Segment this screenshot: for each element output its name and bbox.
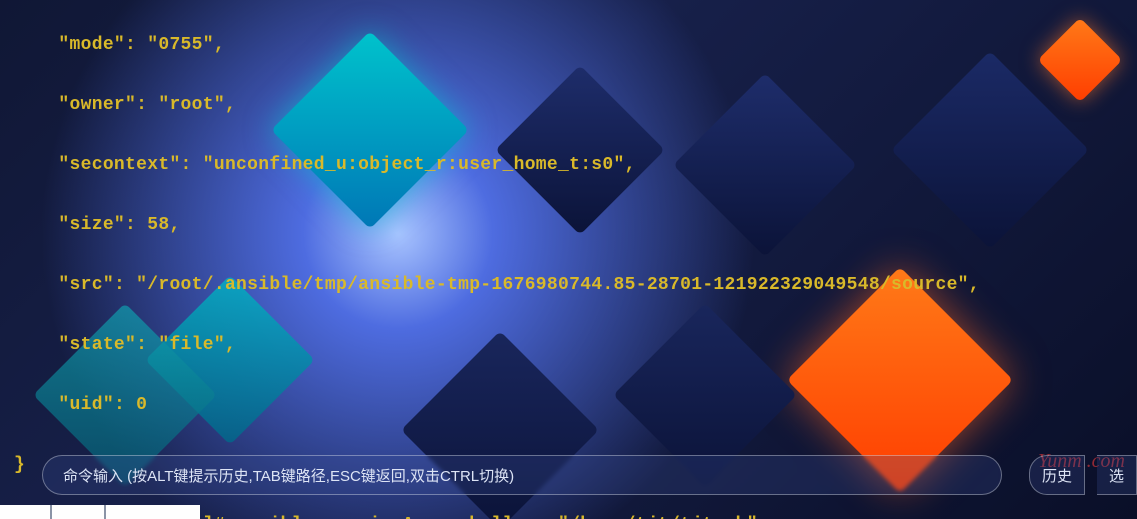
json-key: "src": [58, 275, 114, 295]
json-key: "uid": [58, 395, 114, 415]
select-button[interactable]: 选: [1097, 455, 1137, 495]
json-val: : "unconfined_u:object_r:user_home_t:s0"…: [181, 155, 636, 175]
json-val: : "root",: [136, 95, 236, 115]
terminal-output[interactable]: "mode": "0755", "owner": "root", "secont…: [0, 0, 1137, 519]
json-val: : 0: [114, 395, 147, 415]
history-button[interactable]: 历史: [1029, 455, 1085, 495]
json-key: "state": [58, 335, 136, 355]
json-key: "secontext": [58, 155, 180, 175]
json-key: "owner": [58, 95, 136, 115]
json-key: "size": [58, 215, 125, 235]
command-input-bar: 命令输入 (按ALT键提示历史,TAB键路径,ESC键返回,双击CTRL切换) …: [42, 455, 1137, 495]
json-val: : 58,: [125, 215, 181, 235]
window-tab-strip[interactable]: [0, 505, 200, 519]
json-key: "mode": [58, 35, 125, 55]
command-text: ansible serviceA -m shell -a "/home/tjt/…: [236, 515, 758, 519]
command-input-placeholder: 命令输入 (按ALT键提示历史,TAB键路径,ESC键返回,双击CTRL切换): [63, 465, 514, 486]
json-val: : "file",: [136, 335, 236, 355]
json-val: : "/root/.ansible/tmp/ansible-tmp-167698…: [114, 275, 980, 295]
json-val: : "0755",: [125, 35, 225, 55]
command-input[interactable]: 命令输入 (按ALT键提示历史,TAB键路径,ESC键返回,双击CTRL切换): [42, 455, 1002, 495]
